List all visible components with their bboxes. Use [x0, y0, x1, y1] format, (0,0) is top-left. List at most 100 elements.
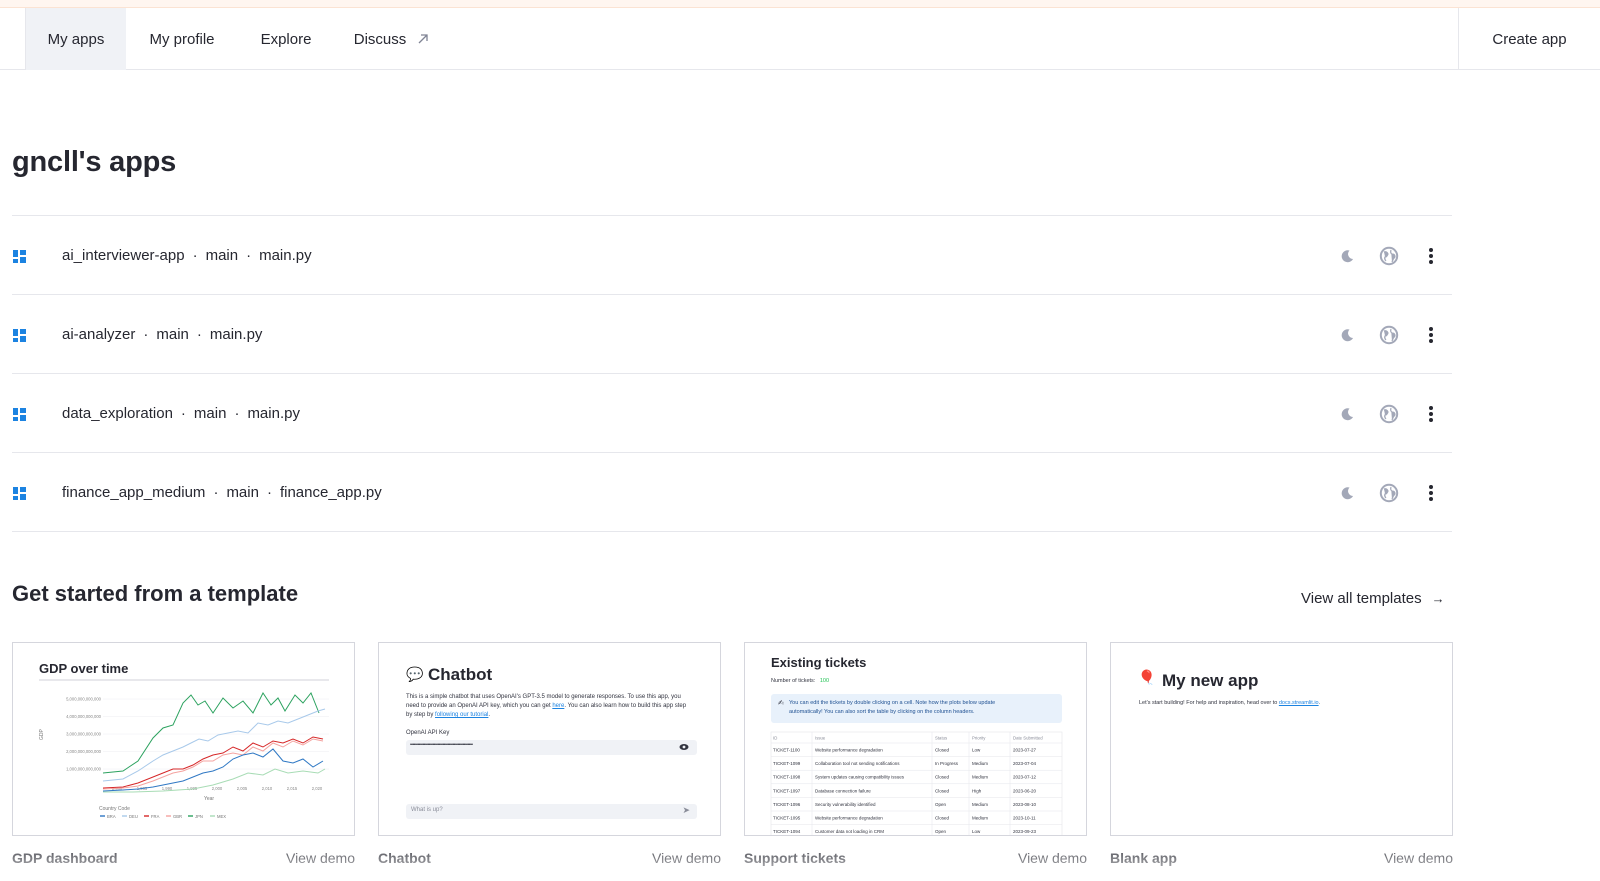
- tickets-cell: TICKET-1096: [773, 802, 801, 807]
- app-row[interactable]: finance_app_medium · main · finance_app.py: [12, 453, 1452, 532]
- app-row-actions: [1326, 374, 1452, 453]
- moon-icon: [1341, 328, 1353, 341]
- template-name-chatbot: Chatbot: [378, 850, 431, 866]
- view-demo-blank-app-link[interactable]: View demo: [1384, 850, 1453, 866]
- tickets-table: ID Issue Status Priority Date Submitted TICKE…: [770, 731, 1063, 835]
- arrow-right-icon: →: [1431, 591, 1445, 606]
- tab-my-profile[interactable]: My profile: [126, 8, 238, 70]
- globe-icon: [1379, 325, 1399, 344]
- tickets-cell: Open: [935, 829, 947, 834]
- app-row-actions: [1326, 216, 1452, 295]
- app-row[interactable]: ai-analyzer · main · main.py: [12, 295, 1452, 374]
- chatbot-desc-line-1: This is a simple chatbot that uses OpenA…: [406, 694, 681, 700]
- tickets-column-header: Issue: [815, 736, 826, 741]
- balloon-icon: 🎈: [1138, 669, 1156, 685]
- view-demo-chatbot-link[interactable]: View demo: [652, 850, 721, 866]
- moon-icon: [1341, 407, 1353, 420]
- api-key-input[interactable]: ••••••••••••••••••••••••••••••••••••••••…: [406, 740, 697, 755]
- app-title[interactable]: data_exploration · main · main.py: [62, 405, 300, 422]
- app-grid-icon: [13, 408, 26, 421]
- app-more-menu[interactable]: [1410, 393, 1452, 435]
- template-name-support-tickets: Support tickets: [744, 850, 846, 866]
- tickets-cell: Security vulnerability identified: [815, 802, 876, 807]
- tickets-cell: TICKET-1094: [773, 829, 801, 834]
- app-separator: ·: [143, 325, 149, 343]
- create-app-button[interactable]: Create app: [1458, 8, 1600, 70]
- template-card-chatbot[interactable]: 💬 Chatbot This is a simple chatbot that …: [378, 642, 721, 836]
- tickets-column-header: Status: [935, 736, 947, 741]
- gdp-x-tick-label: 2,005: [237, 786, 248, 791]
- tickets-cell: 2023-06-20: [1013, 788, 1037, 793]
- create-app-label: Create app: [1492, 30, 1567, 48]
- view-demo-support-tickets-link[interactable]: View demo: [1018, 850, 1087, 866]
- app-title[interactable]: finance_app_medium · main · finance_app.py: [62, 484, 382, 501]
- app-more-menu[interactable]: [1410, 314, 1452, 356]
- tickets-column-header: ID: [773, 736, 777, 741]
- tickets-cell: High: [972, 788, 982, 793]
- top-banner-strip: [0, 0, 1600, 8]
- gdp-y-tick-label: 2,000,000,000,000: [66, 749, 102, 754]
- app-sleep-status[interactable]: [1326, 235, 1368, 277]
- tickets-cell: TICKET-1099: [773, 761, 801, 766]
- gdp-legend-label: FRA: [151, 814, 160, 819]
- template-card-blank-app[interactable]: 🎈 My new app Let's start building! For h…: [1110, 642, 1453, 836]
- app-separator: ·: [266, 483, 272, 501]
- tickets-column-header: Priority: [972, 736, 986, 741]
- gdp-y-tick-label: 1,000,000,000,000: [66, 767, 102, 772]
- app-separator: ·: [180, 404, 186, 422]
- chatbot-tutorial-link[interactable]: following our tutorial: [435, 712, 488, 718]
- app-sleep-status[interactable]: [1326, 472, 1368, 514]
- app-main-file: main.py: [209, 325, 263, 343]
- app-separator: ·: [192, 246, 198, 264]
- chat-input[interactable]: What is up? ➤: [406, 804, 697, 819]
- gdp-legend-label: GBR: [173, 814, 182, 819]
- tickets-cell: Closed: [935, 788, 950, 793]
- tab-my-apps[interactable]: My apps: [26, 8, 126, 70]
- view-all-templates-link[interactable]: View all templates →: [1301, 590, 1445, 607]
- app-public-visibility[interactable]: [1368, 472, 1410, 514]
- page-title: gncll's apps: [12, 146, 177, 178]
- tab-explore[interactable]: Explore: [238, 8, 334, 70]
- tickets-cell: Closed: [935, 816, 950, 821]
- template-card-gdp-dashboard[interactable]: GDP over time 5,000,000,000,000 4,000,000…: [12, 642, 355, 836]
- app-more-menu[interactable]: [1410, 235, 1452, 277]
- eye-icon[interactable]: [679, 743, 689, 751]
- tickets-cell: Medium: [972, 761, 988, 766]
- app-public-visibility[interactable]: [1368, 393, 1410, 435]
- tickets-cell: 2023-08-10: [1013, 802, 1037, 807]
- app-row[interactable]: ai_interviewer-app · main · main.py: [12, 216, 1452, 295]
- app-title[interactable]: ai-analyzer · main · main.py: [62, 326, 262, 343]
- app-more-menu[interactable]: [1410, 472, 1452, 514]
- gdp-x-axis-label: Year: [204, 796, 214, 802]
- globe-icon: [1379, 404, 1399, 423]
- blank-app-desc-end: .: [1318, 700, 1321, 706]
- tab-my-apps-label: My apps: [47, 30, 105, 48]
- chatbot-here-link[interactable]: here: [552, 703, 564, 709]
- app-grid-icon: [13, 329, 26, 342]
- template-card-support-tickets[interactable]: Existing tickets Number of tickets: 100 …: [744, 642, 1087, 836]
- app-repo-name: data_exploration: [62, 404, 173, 422]
- view-demo-gdp-link[interactable]: View demo: [286, 850, 355, 866]
- tickets-cell: TICKET-1100: [773, 748, 800, 753]
- tickets-cell: Website performance degradation: [815, 748, 883, 753]
- template-footer-support-tickets: Support tickets View demo: [744, 850, 1087, 866]
- tickets-cell: TICKET-1095: [773, 816, 801, 821]
- tab-my-profile-label: My profile: [149, 30, 215, 48]
- app-public-visibility[interactable]: [1368, 235, 1410, 277]
- template-footer-chatbot: Chatbot View demo: [378, 850, 721, 866]
- blank-app-description: Let's start building! For help and inspi…: [1139, 699, 1320, 708]
- tickets-cell: Medium: [972, 775, 988, 780]
- app-title[interactable]: ai_interviewer-app · main · main.py: [62, 247, 312, 264]
- more-vertical-icon: [1429, 405, 1433, 422]
- send-icon[interactable]: ➤: [682, 805, 690, 816]
- app-separator: ·: [196, 325, 202, 343]
- app-public-visibility[interactable]: [1368, 314, 1410, 356]
- app-sleep-status[interactable]: [1326, 393, 1368, 435]
- app-row[interactable]: data_exploration · main · main.py: [12, 374, 1452, 453]
- tab-discuss[interactable]: Discuss: [334, 8, 450, 70]
- tickets-cell: Database connection failure: [815, 788, 871, 793]
- chat-input-placeholder: What is up?: [411, 807, 443, 813]
- docs-link[interactable]: docs.streamlit.io: [1279, 700, 1319, 706]
- app-sleep-status[interactable]: [1326, 314, 1368, 356]
- tickets-cell: Low: [972, 748, 981, 753]
